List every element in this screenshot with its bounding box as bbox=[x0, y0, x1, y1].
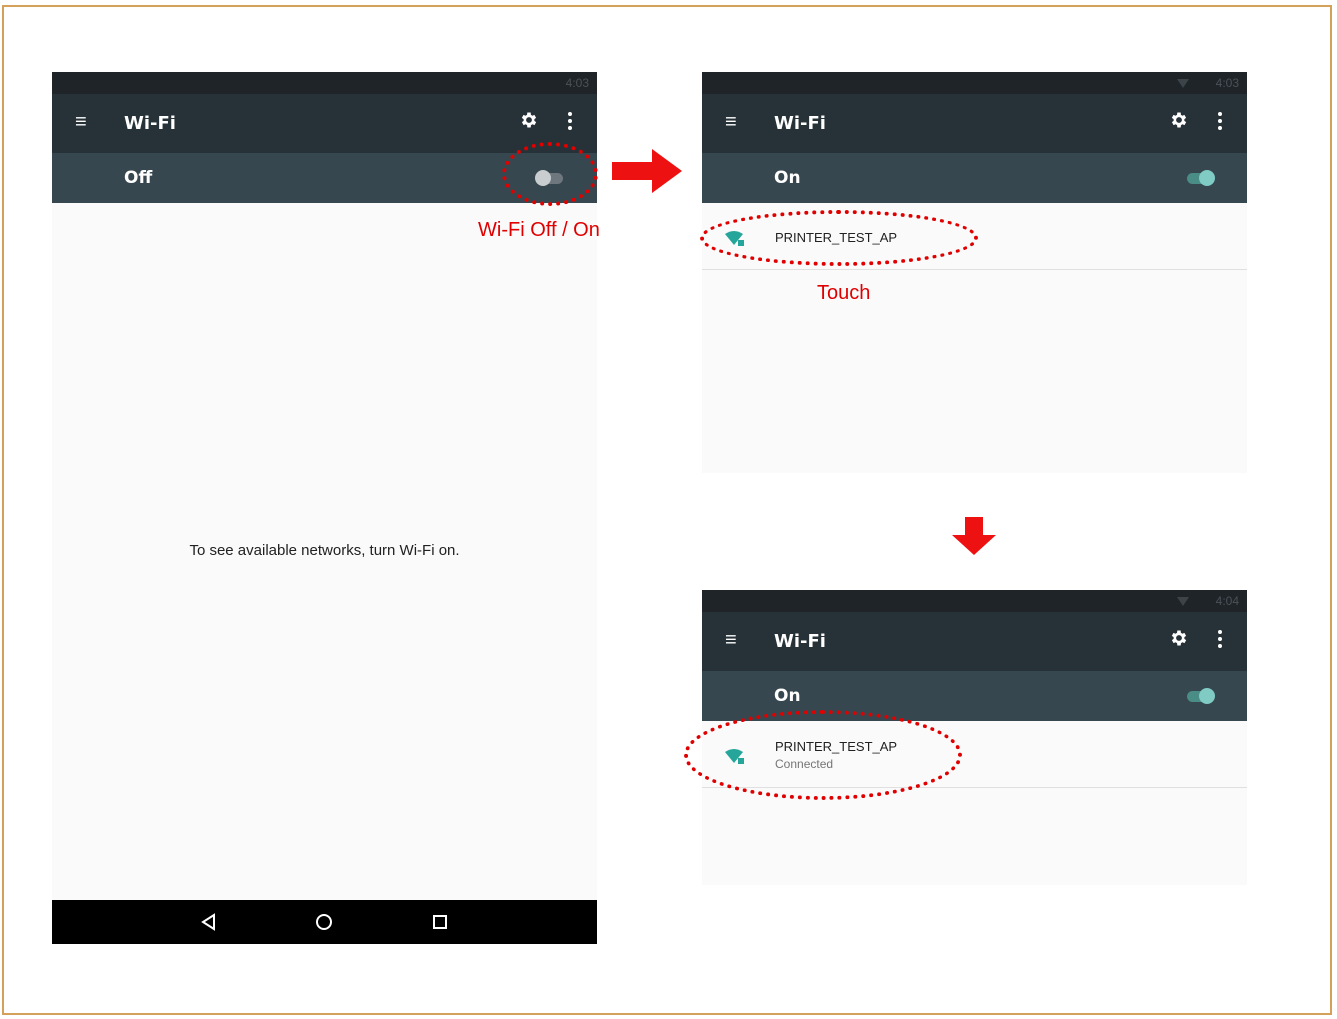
gear-icon[interactable] bbox=[519, 110, 539, 130]
toggle-thumb bbox=[1199, 170, 1215, 186]
toolbar: ≡ Wi-Fi bbox=[52, 94, 597, 153]
switch-label: Off bbox=[124, 168, 153, 188]
toolbar: ≡ Wi-Fi bbox=[702, 94, 1247, 153]
status-time: 4:03 bbox=[565, 76, 589, 90]
gear-icon[interactable] bbox=[1169, 110, 1189, 130]
menu-icon[interactable]: ≡ bbox=[725, 629, 745, 651]
home-icon[interactable] bbox=[315, 913, 333, 931]
switch-label: On bbox=[774, 686, 801, 706]
more-vert-icon[interactable] bbox=[1213, 110, 1227, 132]
screen-wifi-off: 4:03 ≡ Wi-Fi Off To see available networ… bbox=[52, 72, 597, 944]
screen-wifi-on: 4:03 ≡ Wi-Fi On PRINTER_TEST_AP bbox=[702, 72, 1247, 473]
toggle-thumb bbox=[1199, 688, 1215, 704]
toggle-annotation: Wi-Fi Off / On bbox=[478, 219, 600, 241]
page-title: Wi-Fi bbox=[124, 113, 176, 134]
page-title: Wi-Fi bbox=[774, 631, 826, 652]
wifi-switch-bar[interactable]: On bbox=[702, 153, 1247, 203]
menu-icon[interactable]: ≡ bbox=[725, 111, 745, 133]
touch-annotation: Touch bbox=[817, 282, 871, 304]
gear-icon[interactable] bbox=[1169, 628, 1189, 648]
back-icon[interactable] bbox=[200, 913, 218, 931]
status-bar: 4:04 bbox=[702, 590, 1247, 612]
status-time: 4:03 bbox=[1215, 76, 1239, 90]
nav-bar bbox=[52, 900, 597, 944]
wifi-toggle[interactable] bbox=[1185, 170, 1215, 186]
page-title: Wi-Fi bbox=[774, 113, 826, 134]
wifi-status-icon bbox=[1177, 597, 1189, 606]
switch-label: On bbox=[774, 168, 801, 188]
network-highlight bbox=[700, 210, 978, 266]
status-bar: 4:03 bbox=[52, 72, 597, 94]
more-vert-icon[interactable] bbox=[563, 110, 577, 132]
connected-highlight bbox=[684, 710, 962, 800]
wifi-toggle[interactable] bbox=[1185, 688, 1215, 704]
menu-icon[interactable]: ≡ bbox=[75, 111, 95, 133]
more-vert-icon[interactable] bbox=[1213, 628, 1227, 650]
status-bar: 4:03 bbox=[702, 72, 1247, 94]
arrow-right-icon bbox=[612, 149, 682, 193]
empty-state-message: To see available networks, turn Wi-Fi on… bbox=[189, 542, 460, 559]
wifi-status-icon bbox=[1177, 79, 1189, 88]
toolbar: ≡ Wi-Fi bbox=[702, 612, 1247, 671]
arrow-down-icon bbox=[952, 517, 996, 555]
recents-icon[interactable] bbox=[432, 914, 448, 930]
toggle-highlight bbox=[502, 142, 598, 206]
status-time: 4:04 bbox=[1215, 594, 1239, 608]
